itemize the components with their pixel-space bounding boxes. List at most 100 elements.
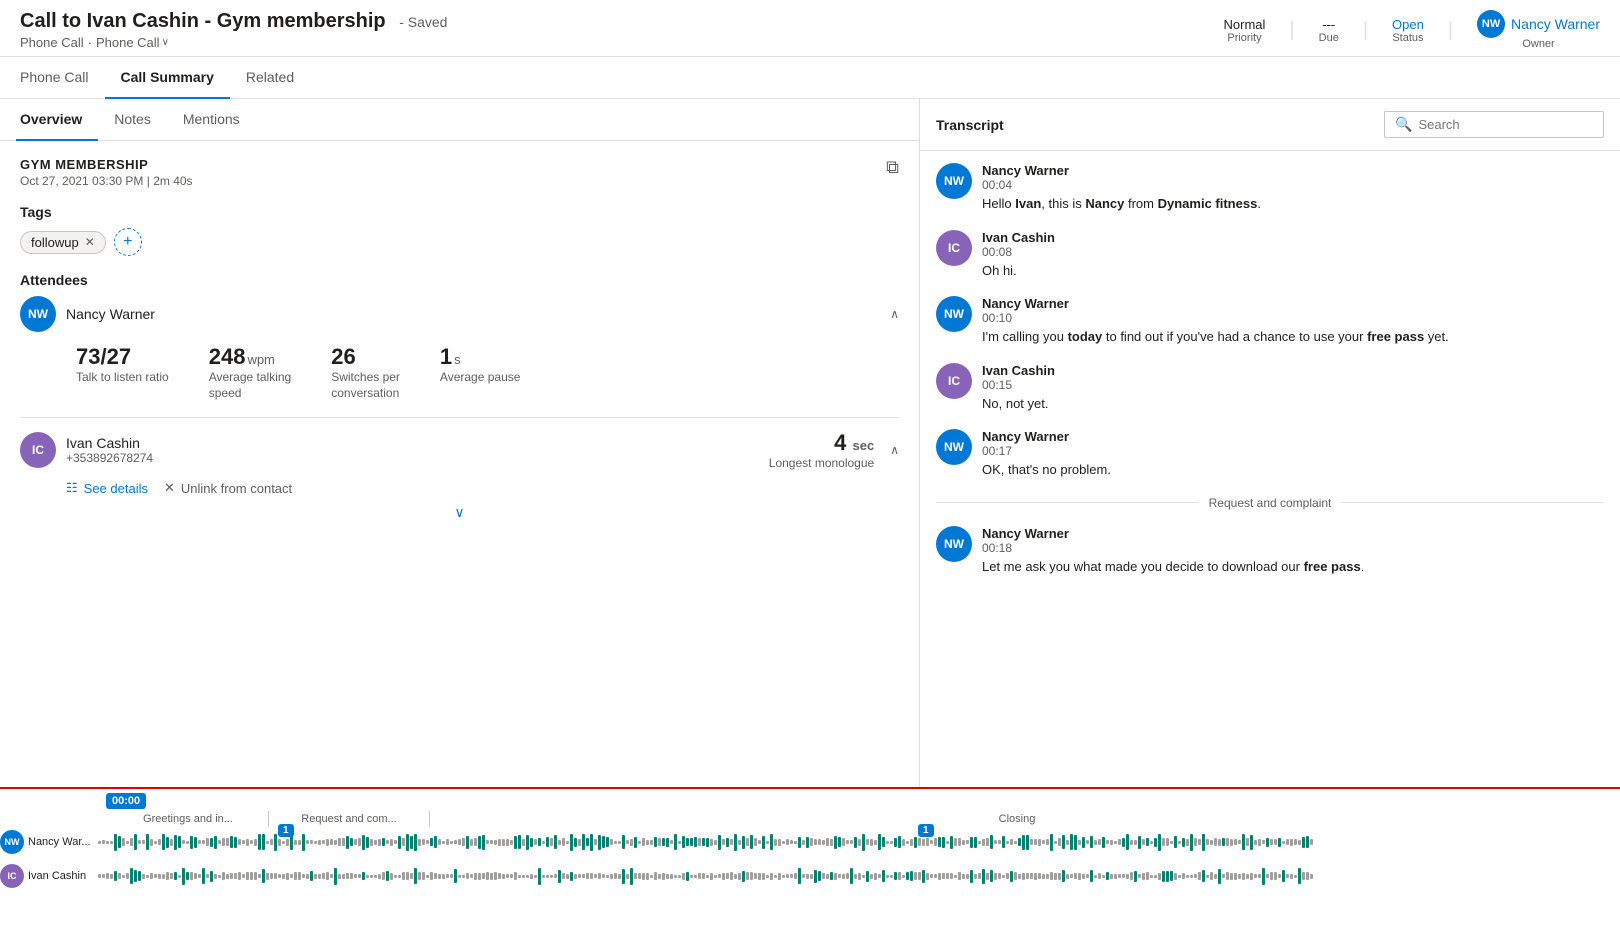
header-left: Call to Ivan Cashin - Gym membership - S… [20,10,447,50]
time-badge: 00:00 [106,793,146,809]
header-right: Normal Priority | --- Due | Open Status … [1224,10,1600,50]
msg-avatar-5: NW [936,429,972,480]
search-icon: 🔍 [1395,116,1412,133]
gym-meta: Oct 27, 2021 03:30 PM | 2m 40s [20,174,193,188]
sub-tabs: Overview Notes Mentions [0,99,919,141]
unlink-icon: ✕ [164,480,175,496]
see-details-icon: ☷ [66,480,78,496]
overview-content: GYM MEMBERSHIP Oct 27, 2021 03:30 PM | 2… [0,141,919,545]
nancy-collapse-icon[interactable]: ∧ [890,307,899,321]
section-divider-request: Request and complaint [936,496,1604,510]
due-label: Due [1319,32,1339,44]
priority-label: Priority [1224,32,1266,44]
tags-label: Tags [20,204,899,220]
message-6: NW Nancy Warner 00:18 Let me ask you wha… [936,526,1604,577]
ivan-name: Ivan Cashin [66,435,153,451]
tag-add-button[interactable]: + [114,228,142,256]
expand-icon: ∨ [454,504,464,521]
header: Call to Ivan Cashin - Gym membership - S… [0,0,1620,57]
owner-name[interactable]: Nancy Warner [1511,16,1600,32]
timeline-panel: 00:00 Greetings and in... Request and co… [0,787,1620,917]
stat-switches: 26 Switches perconversation [331,344,400,401]
meta-priority: Normal Priority [1224,17,1266,44]
copy-icon[interactable]: ⧉ [886,157,899,178]
header-meta: Normal Priority | --- Due | Open Status … [1224,10,1600,50]
tab-phone-call[interactable]: Phone Call [20,57,105,99]
main-content: Overview Notes Mentions GYM MEMBERSHIP O… [0,99,1620,787]
nav-tabs: Phone Call Call Summary Related [0,57,1620,99]
tag-label: followup [31,235,79,250]
saved-status: - Saved [399,14,447,30]
page-title: Call to Ivan Cashin - Gym membership - S… [20,10,447,33]
title-text: Call to Ivan Cashin - Gym membership [20,10,386,32]
unlink-contact-button[interactable]: ✕ Unlink from contact [164,480,292,496]
meta-status: Open Status [1392,17,1424,44]
tab-call-summary[interactable]: Call Summary [105,57,230,99]
transcript-messages: NW Nancy Warner 00:04 Hello Ivan, this i… [920,151,1620,787]
tags-row: followup ✕ + [20,228,899,256]
msg-avatar-6: NW [936,526,972,577]
header-subtitle: Phone Call · Phone Call ∨ [20,35,447,50]
message-1: NW Nancy Warner 00:04 Hello Ivan, this i… [936,163,1604,214]
tag-remove-icon[interactable]: ✕ [85,235,95,249]
ivan-header: IC Ivan Cashin +353892678274 4 sec Longe… [20,430,899,470]
phone-chevron-icon: ∨ [162,37,169,48]
expand-button[interactable]: ∨ [20,496,899,529]
tab-related[interactable]: Related [230,57,310,99]
due-value: --- [1319,17,1339,32]
owner-label: Owner [1477,38,1600,50]
search-input[interactable] [1418,117,1593,132]
gym-title: GYM MEMBERSHIP [20,157,193,172]
waveform-track-nancy: 11 [98,832,1620,852]
search-box[interactable]: 🔍 [1384,111,1604,138]
waveform-ivan: IC Ivan Cashin [0,861,1620,891]
msg-avatar-4: IC [936,363,972,414]
status-value: Open [1392,17,1424,32]
subtab-overview[interactable]: Overview [16,99,98,141]
phone-link[interactable]: Phone Call ∨ [96,35,169,50]
nancy-avatar: NW [20,296,56,332]
ivan-avatar: IC [20,432,56,468]
stat-talking-speed: 248wpm Average talkingspeed [209,344,292,401]
message-5: NW Nancy Warner 00:17 OK, that's no prob… [936,429,1604,480]
owner-avatar: NW [1477,10,1505,38]
meta-owner: NW Nancy Warner Owner [1477,10,1600,50]
segment-request: Request and com... [269,813,429,825]
segment-labels: Greetings and in... Request and com... C… [0,809,1620,827]
attendee-nancy-header: NW Nancy Warner ∧ [20,296,899,332]
gym-info: GYM MEMBERSHIP Oct 27, 2021 03:30 PM | 2… [20,157,193,188]
priority-value: Normal [1224,17,1266,32]
see-details-button[interactable]: ☷ See details [66,480,148,496]
meta-due: --- Due [1319,17,1339,44]
message-2: IC Ivan Cashin 00:08 Oh hi. [936,230,1604,281]
segment-closing: Closing [430,813,1604,825]
subtitle-phone1: Phone Call [20,35,84,50]
ivan-phone: +353892678274 [66,451,153,465]
segment-greetings: Greetings and in... [108,813,268,825]
subtab-mentions[interactable]: Mentions [167,99,256,141]
stat-avg-pause: 1s Average pause [440,344,521,401]
left-panel: Overview Notes Mentions GYM MEMBERSHIP O… [0,99,920,787]
ivan-monologue-stat: 4 sec Longest monologue [769,430,874,470]
owner-button[interactable]: NW Nancy Warner [1477,10,1600,38]
stat-talk-listen: 73/27 Talk to listen ratio [76,344,169,401]
attendee-nancy: NW Nancy Warner ∧ 73/27 Talk to listen r… [20,296,899,401]
ivan-actions: ☷ See details ✕ Unlink from contact [66,480,899,496]
tag-followup: followup ✕ [20,231,106,254]
nancy-name: Nancy Warner [66,306,155,322]
msg-avatar-1: NW [936,163,972,214]
msg-avatar-3: NW [936,296,972,347]
subtitle-phone2: Phone Call [96,35,160,50]
waveform-track-ivan [98,866,1620,886]
attendees-label: Attendees [20,272,899,288]
transcript-title: Transcript [936,117,1004,133]
right-panel: Transcript 🔍 NW Nancy Warner 00:04 Hello… [920,99,1620,787]
transcript-header: Transcript 🔍 [920,99,1620,151]
attendee-ivan: IC Ivan Cashin +353892678274 4 sec Longe… [20,417,899,496]
message-3: NW Nancy Warner 00:10 I'm calling you to… [936,296,1604,347]
subtab-notes[interactable]: Notes [98,99,167,141]
nancy-stats: 73/27 Talk to listen ratio 248wpm Averag… [76,344,899,401]
status-label: Status [1392,32,1424,44]
msg-avatar-2: IC [936,230,972,281]
ivan-collapse-icon[interactable]: ∧ [890,443,899,457]
